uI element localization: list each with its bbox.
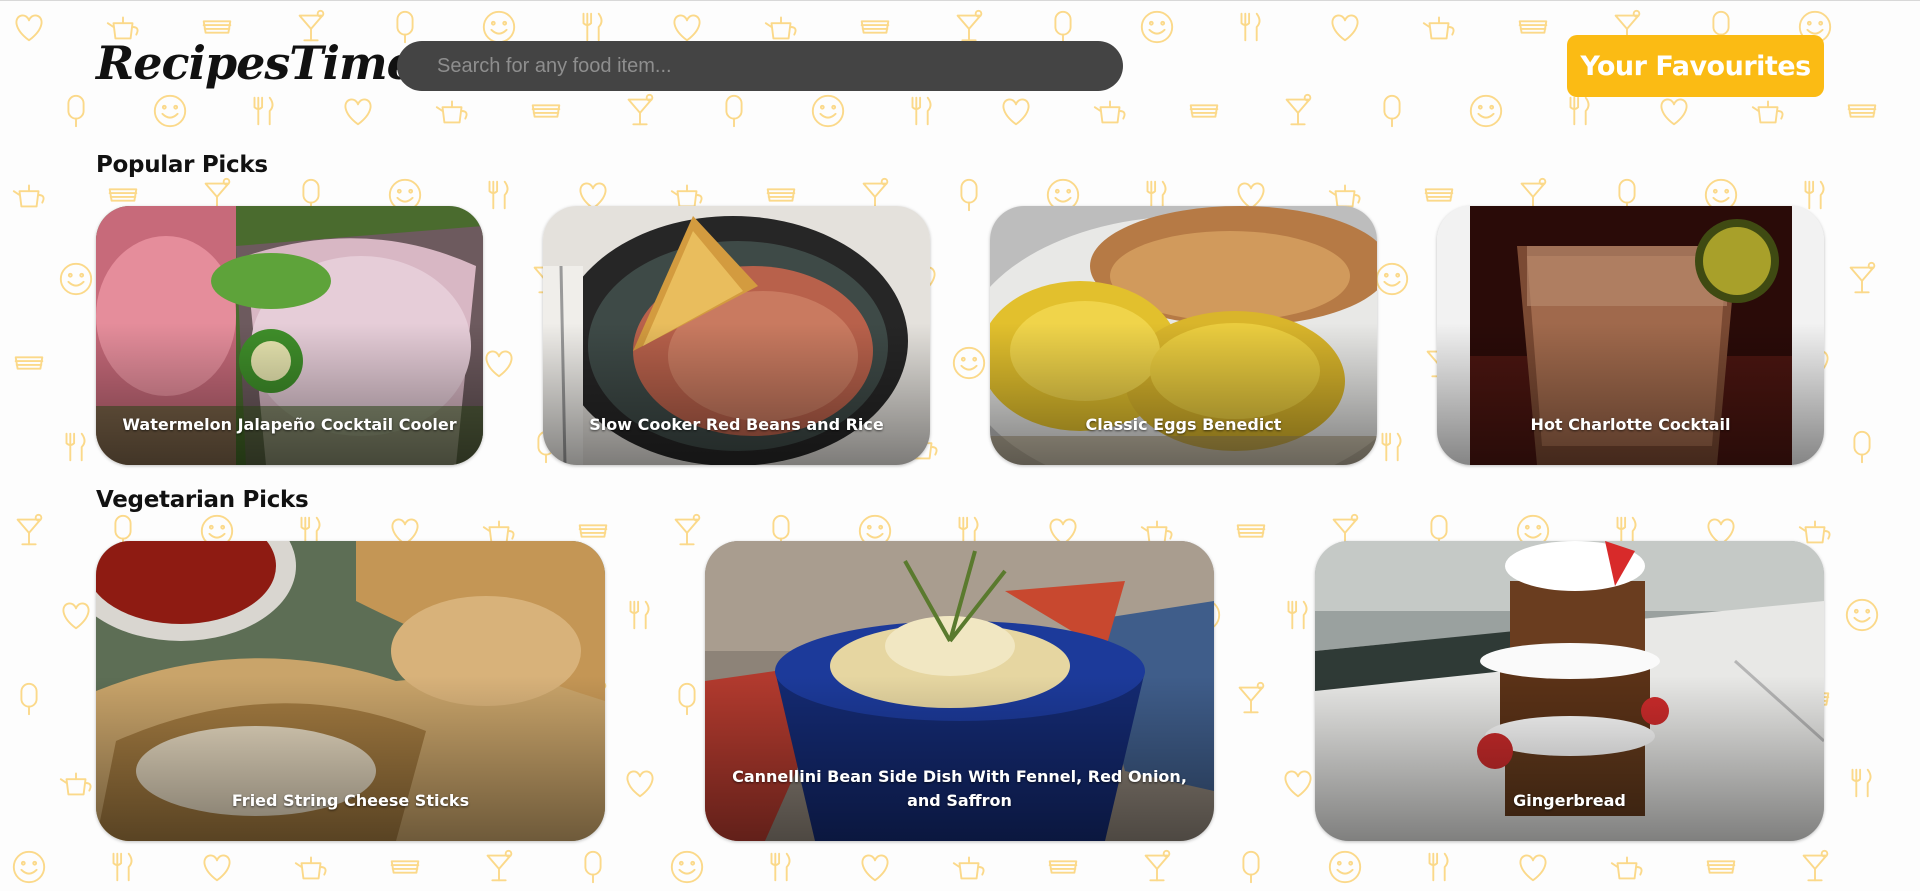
recipe-title: Cannellini Bean Side Dish With Fennel, R… (732, 767, 1187, 810)
popsicle-icon (1242, 850, 1260, 884)
recipe-card[interactable]: Cannellini Bean Side Dish With Fennel, R… (705, 541, 1214, 841)
popsicle-icon (584, 850, 602, 884)
heart-icon (203, 854, 231, 882)
teapot-icon (1422, 16, 1455, 40)
heart-icon (1002, 98, 1030, 126)
sandwich-icon (531, 104, 561, 118)
smiley-icon (952, 346, 986, 380)
cutlery-icon (65, 432, 86, 462)
teapot-icon (12, 184, 45, 208)
heart-icon (1284, 770, 1312, 798)
heart-icon (1519, 854, 1547, 882)
heart-icon (15, 14, 43, 42)
cocktail-icon (16, 513, 43, 546)
cutlery-icon (1428, 852, 1449, 882)
recipe-title: Gingerbread (1513, 791, 1626, 810)
smiley-icon (1140, 10, 1174, 44)
smiley-icon (12, 850, 46, 884)
sandwich-icon (1518, 20, 1548, 34)
heart-icon (485, 350, 513, 378)
site-logo[interactable]: RecipesTime (96, 36, 416, 90)
smiley-icon (153, 94, 187, 128)
sandwich-icon (1236, 524, 1266, 538)
recipe-title: Watermelon Jalapeño Cocktail Cooler (122, 415, 457, 434)
smiley-icon (1375, 262, 1409, 296)
search-bar[interactable] (397, 41, 1123, 91)
cutlery-icon (1569, 96, 1590, 126)
cutlery-icon (1240, 12, 1261, 42)
teapot-icon (1751, 100, 1784, 124)
teapot-icon (952, 856, 985, 880)
sandwich-icon (1048, 860, 1078, 874)
cutlery-icon (112, 852, 133, 882)
popsicle-icon (67, 94, 85, 128)
teapot-icon (1610, 856, 1643, 880)
recipe-card[interactable]: Hot Charlotte Cocktail (1437, 206, 1824, 465)
popsicle-icon (960, 178, 978, 212)
recipe-title: Classic Eggs Benedict (1085, 415, 1282, 434)
vegetarian-picks-heading: Vegetarian Picks (96, 487, 309, 513)
cutlery-icon (1287, 600, 1308, 630)
popsicle-icon (725, 94, 743, 128)
recipe-title: Slow Cooker Red Beans and Rice (589, 415, 884, 434)
sandwich-icon (390, 860, 420, 874)
cocktail-icon (1238, 681, 1265, 714)
heart-icon (62, 602, 90, 630)
cocktail-icon (627, 93, 654, 126)
teapot-icon (59, 772, 92, 796)
popsicle-icon (678, 682, 696, 716)
cocktail-icon (674, 513, 701, 546)
heart-icon (1660, 98, 1688, 126)
sandwich-icon (1189, 104, 1219, 118)
heart-icon (861, 854, 889, 882)
heart-icon (1331, 14, 1359, 42)
smiley-icon (670, 850, 704, 884)
smiley-icon (1328, 850, 1362, 884)
teapot-icon (294, 856, 327, 880)
popsicle-icon (1853, 430, 1871, 464)
search-input[interactable] (435, 53, 1085, 79)
teapot-icon (435, 100, 468, 124)
smiley-icon (59, 262, 93, 296)
cutlery-icon (911, 96, 932, 126)
cocktail-icon (1144, 849, 1171, 882)
top-border (0, 0, 1920, 1)
sandwich-icon (1706, 860, 1736, 874)
cutlery-icon (1851, 768, 1872, 798)
popsicle-icon (20, 682, 38, 716)
cocktail-icon (486, 849, 513, 882)
cutlery-icon (253, 96, 274, 126)
cutlery-icon (488, 180, 509, 210)
cutlery-icon (1381, 432, 1402, 462)
smiley-icon (1845, 598, 1879, 632)
your-favourites-button[interactable]: Your Favourites (1567, 35, 1824, 97)
recipe-card[interactable]: Gingerbread (1315, 541, 1824, 841)
cutlery-icon (770, 852, 791, 882)
smiley-icon (1469, 94, 1503, 128)
cocktail-icon (1285, 93, 1312, 126)
popsicle-icon (1383, 94, 1401, 128)
teapot-icon (1093, 100, 1126, 124)
heart-icon (626, 770, 654, 798)
recipe-card[interactable]: Classic Eggs Benedict (990, 206, 1377, 465)
recipe-card[interactable]: Watermelon Jalapeño Cocktail Cooler (96, 206, 483, 465)
cocktail-icon (1849, 261, 1876, 294)
recipe-title: Hot Charlotte Cocktail (1530, 415, 1731, 434)
sandwich-icon (14, 356, 44, 370)
sandwich-icon (1847, 104, 1877, 118)
recipe-card[interactable]: Slow Cooker Red Beans and Rice (543, 206, 930, 465)
heart-icon (344, 98, 372, 126)
cutlery-icon (629, 600, 650, 630)
popular-picks-heading: Popular Picks (96, 152, 268, 178)
recipe-card[interactable]: Fried String Cheese Sticks (96, 541, 605, 841)
smiley-icon (811, 94, 845, 128)
cocktail-icon (1802, 849, 1829, 882)
recipe-title: Fried String Cheese Sticks (231, 791, 470, 810)
